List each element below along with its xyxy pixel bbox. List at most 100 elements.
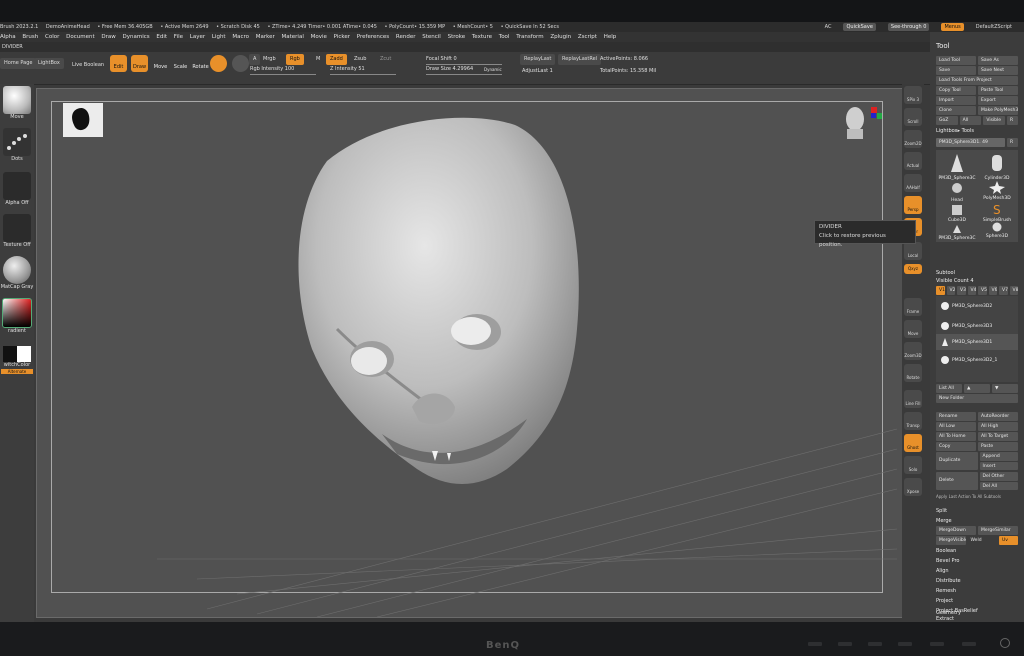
merge-similar-button[interactable]: MergeSimilar xyxy=(978,526,1018,535)
project-section[interactable]: Project xyxy=(936,598,953,604)
spix-button[interactable]: SPix 3 xyxy=(904,86,922,104)
texture-selector[interactable]: Texture Off xyxy=(0,214,34,248)
goz-button[interactable]: GoZ xyxy=(936,116,958,125)
draw-size-track[interactable] xyxy=(426,74,502,75)
replay-last-button[interactable]: ReplayLast xyxy=(520,54,556,65)
color-picker[interactable]: radient xyxy=(0,298,34,334)
del-other-button[interactable]: Del Other xyxy=(979,472,1018,481)
scroll-button[interactable]: Scroll xyxy=(904,108,922,126)
menus-button[interactable]: Menus xyxy=(941,23,964,31)
copy-tool-button[interactable]: Copy Tool xyxy=(936,86,976,95)
v7-button[interactable]: V7 xyxy=(999,286,1008,295)
subtool-row-selected[interactable]: PM3D_Sphere3D1 xyxy=(936,334,1018,350)
menu-stencil[interactable]: Stencil xyxy=(422,34,441,40)
copy-subtool-button[interactable]: Copy xyxy=(936,442,976,451)
sphere-brush-icon[interactable] xyxy=(210,55,227,72)
ghost-button[interactable]: Ghost xyxy=(904,434,922,452)
autoreorder-button[interactable]: AutoReorder xyxy=(978,412,1018,421)
menu-texture[interactable]: Texture xyxy=(472,34,492,40)
all-to-target-button[interactable]: All To Target xyxy=(978,432,1018,441)
all-high-button[interactable]: All High xyxy=(978,422,1018,431)
append-button[interactable]: Append xyxy=(979,452,1018,461)
merge-header[interactable]: Merge xyxy=(936,518,952,524)
goz-r-button[interactable]: R xyxy=(1007,116,1019,125)
v1-button[interactable]: V1 xyxy=(936,286,945,295)
distribute-section[interactable]: Distribute xyxy=(936,578,961,584)
paste-tool-button[interactable]: Paste Tool xyxy=(978,86,1018,95)
edit-button[interactable]: Edit xyxy=(110,55,127,72)
tool-thumb-sphere3d[interactable]: Sphere3D xyxy=(978,222,1016,239)
clone-button[interactable]: Clone xyxy=(936,106,976,115)
v5-button[interactable]: V5 xyxy=(978,286,987,295)
tool-thumb-pm3d-sphere-2[interactable]: PM3D_Sphere3C xyxy=(938,224,976,241)
menu-material[interactable]: Material xyxy=(282,34,304,40)
menu-tool[interactable]: Tool xyxy=(499,34,510,40)
menu-edit[interactable]: Edit xyxy=(156,34,167,40)
menu-render[interactable]: Render xyxy=(396,34,416,40)
menu-draw[interactable]: Draw xyxy=(101,34,115,40)
load-tools-from-project-button[interactable]: Load Tools From Project xyxy=(936,76,1018,85)
lightbox-tools-button[interactable]: Lightbox▸ Tools xyxy=(936,128,974,134)
import-button[interactable]: Import xyxy=(936,96,976,105)
rgb-button[interactable]: Rgb xyxy=(286,54,304,65)
focal-shift-track[interactable] xyxy=(426,64,502,65)
visible-button[interactable]: Visible xyxy=(983,116,1006,125)
remesh-section[interactable]: Remesh xyxy=(936,588,956,594)
monitor-button[interactable] xyxy=(898,642,912,646)
save-next-button[interactable]: Save Next xyxy=(978,66,1018,75)
v2-button[interactable]: V2 xyxy=(946,286,955,295)
live-boolean-button[interactable]: Live Boolean xyxy=(72,62,104,68)
boolean-section[interactable]: Boolean xyxy=(936,548,956,554)
mrgb-button[interactable]: Mrgb xyxy=(263,56,276,62)
menu-zscript[interactable]: Zscript xyxy=(578,34,597,40)
brush-selector[interactable]: Move xyxy=(0,86,34,120)
menu-color[interactable]: Color xyxy=(45,34,59,40)
subtool-row[interactable]: PM3D_Sphere3D2_1 xyxy=(936,352,1018,368)
make-polymesh3d-button[interactable]: Make PolyMesh3D xyxy=(978,106,1018,115)
geometry-section[interactable]: Geometry xyxy=(936,610,961,616)
tool-thumb-pm3d-sphere[interactable]: PM3D_Sphere3C xyxy=(938,152,976,181)
monitor-button[interactable] xyxy=(838,642,852,646)
persp-button[interactable]: Persp xyxy=(904,196,922,214)
monitor-button[interactable] xyxy=(868,642,882,646)
move-view-button[interactable]: Move xyxy=(904,320,922,338)
draw-size-slider[interactable]: Draw Size 4.29964 xyxy=(426,66,473,72)
menu-movie[interactable]: Movie xyxy=(311,34,327,40)
switch-color[interactable]: witchColor Alternate xyxy=(0,346,34,375)
zoom2d-button[interactable]: Zoom2D xyxy=(904,130,922,148)
insert-button[interactable]: Insert xyxy=(979,461,1018,470)
monitor-button[interactable] xyxy=(930,642,944,646)
menu-transform[interactable]: Transform xyxy=(516,34,543,40)
bevel-pro-section[interactable]: Bevel Pro xyxy=(936,558,959,564)
move-down-button[interactable]: ▼ xyxy=(992,384,1018,393)
z-intensity-track[interactable] xyxy=(330,74,396,75)
document-canvas[interactable] xyxy=(36,88,904,618)
material-selector[interactable]: MatCap Gray xyxy=(0,256,34,290)
move-up-button[interactable]: ▲ xyxy=(964,384,990,393)
duplicate-button[interactable]: Duplicate xyxy=(936,452,978,470)
all-to-home-button[interactable]: All To Home xyxy=(936,432,976,441)
v8-button[interactable]: V8 xyxy=(1009,286,1018,295)
v4-button[interactable]: V4 xyxy=(967,286,976,295)
apply-last-action-label[interactable]: Apply Last Action To All Subtools xyxy=(936,494,1001,499)
del-all-button[interactable]: Del All xyxy=(979,481,1018,490)
v3-button[interactable]: V3 xyxy=(957,286,966,295)
weld-button[interactable]: Weld xyxy=(968,536,998,545)
material-sphere-icon[interactable] xyxy=(232,55,249,72)
rename-button[interactable]: Rename xyxy=(936,412,976,421)
quicksave-button[interactable]: QuickSave xyxy=(843,23,876,31)
draw-button[interactable]: Draw xyxy=(131,55,148,72)
a-button[interactable]: A xyxy=(249,54,261,65)
all-low-button[interactable]: All Low xyxy=(936,422,976,431)
rgb-intensity-track[interactable] xyxy=(250,74,316,75)
menu-brush[interactable]: Brush xyxy=(22,34,38,40)
save-as-button[interactable]: Save As xyxy=(978,56,1018,65)
xpose-button[interactable]: Xpose xyxy=(904,478,922,496)
tool-thumb-polymesh3d[interactable]: PolyMesh3D xyxy=(978,180,1016,201)
split-header[interactable]: Split xyxy=(936,508,947,514)
xyz-button[interactable]: Qxyz xyxy=(904,264,922,274)
menu-file[interactable]: File xyxy=(174,34,183,40)
all-button[interactable]: All xyxy=(959,116,982,125)
color-picker-icon[interactable] xyxy=(2,298,32,328)
dynamic-button[interactable]: Dynamic xyxy=(484,67,502,72)
